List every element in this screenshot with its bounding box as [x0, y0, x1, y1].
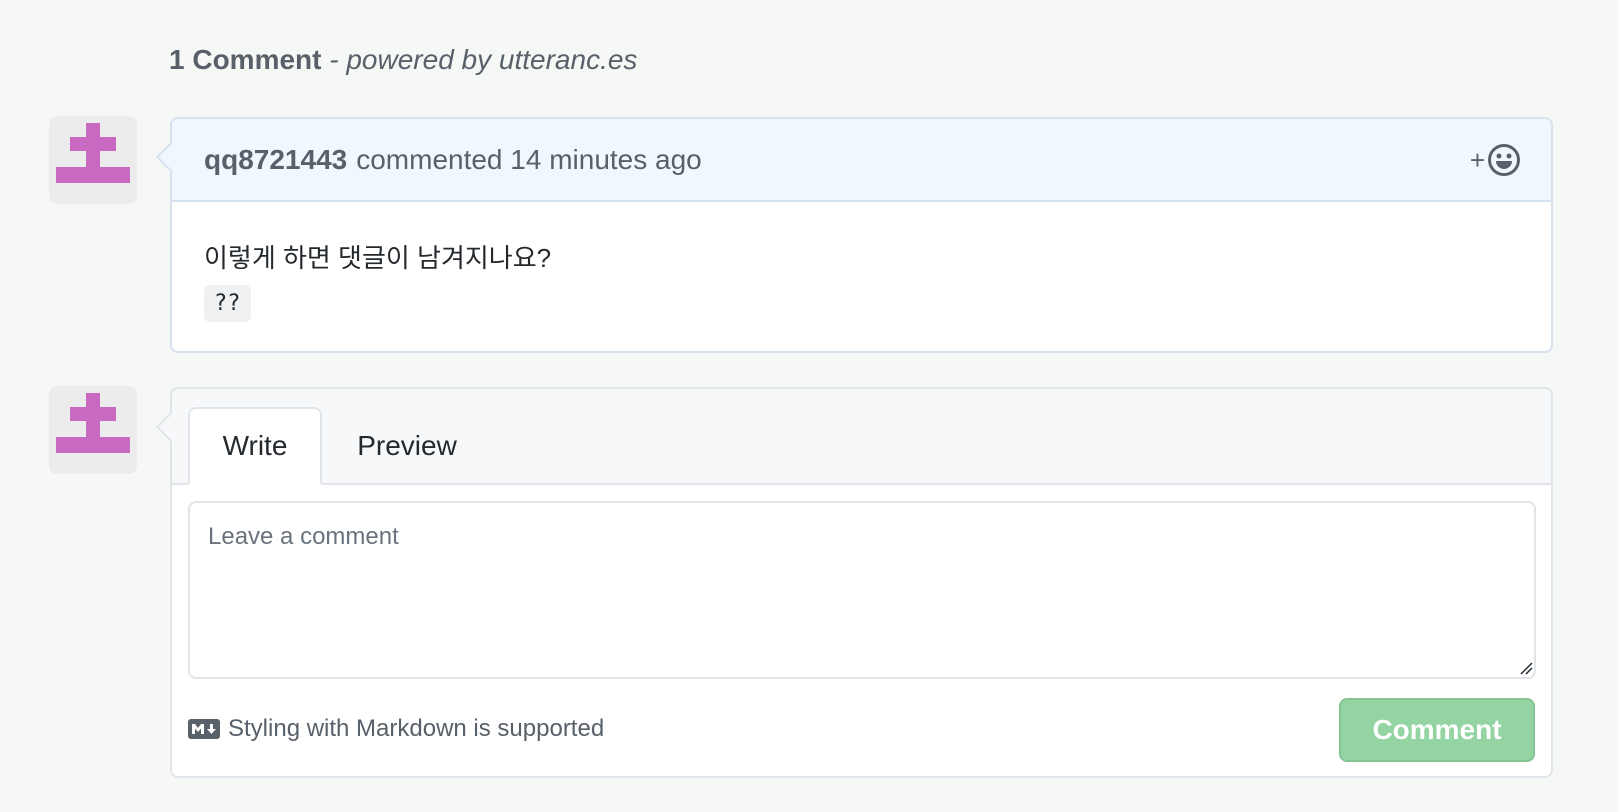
comment-avatar[interactable] [49, 116, 137, 204]
markdown-icon [188, 719, 220, 739]
comment-author[interactable]: qq8721443 [204, 144, 347, 176]
add-reaction-button[interactable]: + [1470, 143, 1521, 177]
tab-preview[interactable]: Preview [342, 407, 472, 485]
markdown-note[interactable]: Styling with Markdown is supported [188, 715, 604, 743]
smiley-icon [1488, 144, 1520, 176]
editor-tabs: Write Preview [172, 389, 1551, 485]
powered-by-text: - powered by utteranc.es [329, 44, 638, 75]
plus-icon: + [1469, 144, 1485, 175]
comment-form: Write Preview Styling with Markdown is s… [155, 387, 1553, 778]
current-user-avatar[interactable] [49, 386, 137, 474]
identicon-icon [56, 123, 130, 183]
comment-action-text[interactable]: commented 14 minutes ago [356, 144, 702, 176]
inline-code: ?? [204, 285, 251, 322]
identicon-icon [56, 393, 130, 453]
resize-grip-icon[interactable] [1519, 661, 1533, 675]
comment-header: qq8721443 commented 14 minutes ago + [172, 119, 1551, 202]
comment: qq8721443 commented 14 minutes ago + 이렇게… [155, 117, 1553, 353]
comment-textarea[interactable] [188, 501, 1536, 679]
timeline-header: 1 Comment - powered by utteranc.es [169, 44, 637, 76]
tab-write[interactable]: Write [188, 407, 322, 485]
markdown-note-text: Styling with Markdown is supported [228, 715, 605, 742]
comment-text: 이렇게 하면 댓글이 남겨지나요? [204, 243, 552, 273]
comment-submit-button[interactable]: Comment [1339, 698, 1535, 762]
comment-body: 이렇게 하면 댓글이 남겨지나요? ?? [172, 202, 1551, 358]
comment-count: 1 Comment [169, 44, 322, 75]
